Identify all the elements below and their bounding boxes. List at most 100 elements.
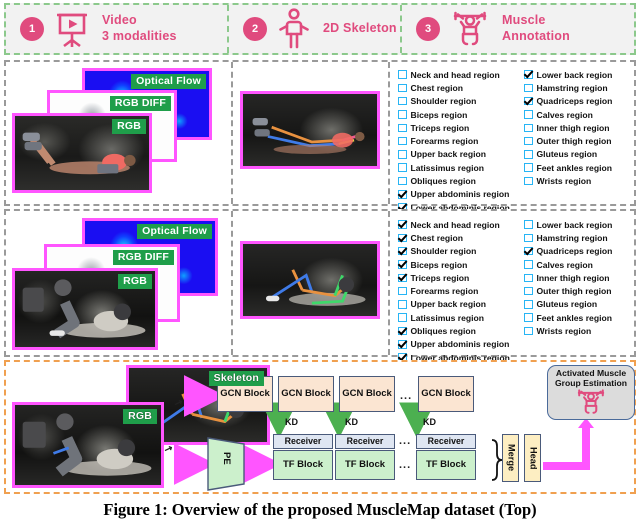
checkbox-unchecked-icon[interactable] bbox=[524, 326, 533, 336]
checklist-row[interactable]: Gluteus region bbox=[524, 298, 634, 311]
checklist-row[interactable]: Feet ankles region bbox=[524, 311, 634, 324]
checklist-row[interactable]: Latissimus region bbox=[398, 161, 524, 174]
checklist-label: Chest region bbox=[410, 82, 464, 93]
checkbox-unchecked-icon[interactable] bbox=[524, 300, 533, 309]
checklist-row[interactable]: Forearms region bbox=[398, 134, 524, 147]
checklist-row[interactable]: Obliques region bbox=[398, 174, 524, 187]
checklist-row[interactable]: Upper abdominis region bbox=[398, 338, 524, 351]
checklist-row[interactable]: Wrists region bbox=[524, 324, 634, 337]
checklist-row[interactable]: Shoulder region bbox=[398, 245, 524, 258]
checkbox-checked-icon[interactable] bbox=[398, 273, 407, 283]
checklist-row[interactable]: Gluteus region bbox=[524, 148, 634, 161]
checkbox-unchecked-icon[interactable] bbox=[398, 313, 407, 322]
head-label: Head bbox=[528, 446, 539, 470]
checklist-row[interactable]: Chest region bbox=[398, 231, 524, 244]
checklist-row[interactable]: Shoulder region bbox=[398, 95, 524, 108]
tf-block-2[interactable]: TF Block bbox=[335, 450, 395, 480]
checkbox-unchecked-icon[interactable] bbox=[524, 110, 533, 119]
checklist-row[interactable]: Feet ankles region bbox=[524, 161, 634, 174]
checklist-row[interactable]: Triceps region bbox=[398, 271, 524, 284]
checkbox-checked-icon[interactable] bbox=[398, 190, 407, 199]
checklist-row[interactable]: Lower back region bbox=[524, 218, 634, 231]
checklist-row[interactable]: Triceps region bbox=[398, 121, 524, 134]
gcn-block-3[interactable]: GCN Block bbox=[339, 376, 395, 412]
checkbox-unchecked-icon[interactable] bbox=[398, 150, 407, 159]
checkbox-unchecked-icon[interactable] bbox=[524, 286, 533, 296]
checklist-label: Hamstring region bbox=[536, 82, 608, 93]
gcn-block-4[interactable]: GCN Block bbox=[418, 376, 474, 412]
positional-encoding-block[interactable]: PE bbox=[202, 434, 250, 492]
checkbox-checked-icon[interactable] bbox=[398, 246, 407, 256]
checklist-label: Shoulder region bbox=[410, 96, 477, 107]
checkbox-checked-icon[interactable] bbox=[398, 233, 407, 243]
checklist-row[interactable]: Quadriceps region bbox=[524, 95, 634, 108]
checklist-row[interactable]: Calves region bbox=[524, 108, 634, 121]
checkbox-unchecked-icon[interactable] bbox=[524, 260, 533, 269]
checklist-row[interactable]: Outer thigh region bbox=[524, 284, 634, 297]
gcn-block-2[interactable]: GCN Block bbox=[278, 376, 334, 412]
checklist-row[interactable]: Upper abdominis region bbox=[398, 188, 524, 201]
checklist-row[interactable]: Neck and head region bbox=[398, 218, 524, 231]
checkbox-unchecked-icon[interactable] bbox=[524, 176, 533, 186]
checklist-row[interactable]: Latissimus region bbox=[398, 311, 524, 324]
checklist-row[interactable]: Wrists region bbox=[524, 174, 634, 187]
checklist-left-col-2[interactable]: Neck and head region Chest region Shoulder… bbox=[398, 218, 524, 364]
receiver-block-1[interactable]: Receiver bbox=[273, 434, 333, 449]
checkbox-unchecked-icon[interactable] bbox=[398, 286, 407, 296]
tf-block-3[interactable]: TF Block bbox=[416, 450, 476, 480]
checkbox-checked-icon[interactable] bbox=[398, 260, 407, 269]
checklist-left-col[interactable]: Neck and head region Chest region Shoulder… bbox=[398, 68, 524, 214]
checkbox-checked-icon[interactable] bbox=[398, 326, 407, 336]
checkbox-unchecked-icon[interactable] bbox=[398, 136, 407, 146]
checkbox-unchecked-icon[interactable] bbox=[398, 110, 407, 119]
checklist-row[interactable]: Inner thigh region bbox=[524, 121, 634, 134]
checkbox-unchecked-icon[interactable] bbox=[398, 176, 407, 186]
checkbox-unchecked-icon[interactable] bbox=[398, 83, 407, 93]
checklist-row[interactable]: Lower back region bbox=[524, 68, 634, 81]
checklist-row[interactable]: Forearms region bbox=[398, 284, 524, 297]
checklist-label: Quadriceps region bbox=[536, 246, 613, 257]
checklist-label: Lower back region bbox=[536, 219, 613, 230]
checklist-label: Upper back region bbox=[410, 299, 486, 310]
checkbox-unchecked-icon[interactable] bbox=[398, 163, 407, 172]
checkbox-unchecked-icon[interactable] bbox=[398, 96, 407, 106]
head-block[interactable]: Head bbox=[524, 434, 541, 482]
checklist-row[interactable]: Quadriceps region bbox=[524, 245, 634, 258]
checklist-row[interactable]: Neck and head region bbox=[398, 68, 524, 81]
receiver-block-3[interactable]: Receiver bbox=[416, 434, 476, 449]
checklist-row[interactable]: Upper back region bbox=[398, 148, 524, 161]
checkbox-unchecked-icon[interactable] bbox=[524, 136, 533, 146]
checkbox-unchecked-icon[interactable] bbox=[524, 163, 533, 172]
checklist-row[interactable]: Calves region bbox=[524, 258, 634, 271]
checklist-row[interactable]: Hamstring region bbox=[524, 231, 634, 244]
checkbox-unchecked-icon[interactable] bbox=[524, 123, 533, 133]
receiver-block-2[interactable]: Receiver bbox=[335, 434, 395, 449]
checkbox-unchecked-icon[interactable] bbox=[524, 220, 533, 229]
checklist-row[interactable]: Inner thigh region bbox=[524, 271, 634, 284]
checklist-right-col-2[interactable]: Lower back region Hamstring region Quadric… bbox=[524, 218, 634, 364]
checkbox-checked-icon[interactable] bbox=[524, 70, 533, 79]
checklist-row[interactable]: Biceps region bbox=[398, 258, 524, 271]
checkbox-checked-icon[interactable] bbox=[398, 220, 407, 229]
tf-block-1[interactable]: TF Block bbox=[273, 450, 333, 480]
checkbox-unchecked-icon[interactable] bbox=[524, 83, 533, 93]
checkbox-checked-icon[interactable] bbox=[524, 246, 533, 256]
checkbox-unchecked-icon[interactable] bbox=[398, 300, 407, 309]
checklist-label: Quadriceps region bbox=[536, 96, 613, 107]
checkbox-unchecked-icon[interactable] bbox=[398, 123, 407, 133]
checklist-row[interactable]: Hamstring region bbox=[524, 81, 634, 94]
checkbox-unchecked-icon[interactable] bbox=[398, 70, 407, 79]
checklist-row[interactable]: Outer thigh region bbox=[524, 134, 634, 147]
checkbox-checked-icon[interactable] bbox=[524, 96, 533, 106]
checklist-row[interactable]: Obliques region bbox=[398, 324, 524, 337]
checkbox-checked-icon[interactable] bbox=[398, 340, 407, 349]
checklist-right-col[interactable]: Lower back region Hamstring region Quadric… bbox=[524, 68, 634, 214]
checklist-row[interactable]: Biceps region bbox=[398, 108, 524, 121]
checklist-row[interactable]: Upper back region bbox=[398, 298, 524, 311]
checkbox-unchecked-icon[interactable] bbox=[524, 273, 533, 283]
checkbox-unchecked-icon[interactable] bbox=[524, 233, 533, 243]
merge-block[interactable]: Merge bbox=[502, 434, 519, 482]
checkbox-unchecked-icon[interactable] bbox=[524, 150, 533, 159]
checklist-row[interactable]: Chest region bbox=[398, 81, 524, 94]
checkbox-unchecked-icon[interactable] bbox=[524, 313, 533, 322]
